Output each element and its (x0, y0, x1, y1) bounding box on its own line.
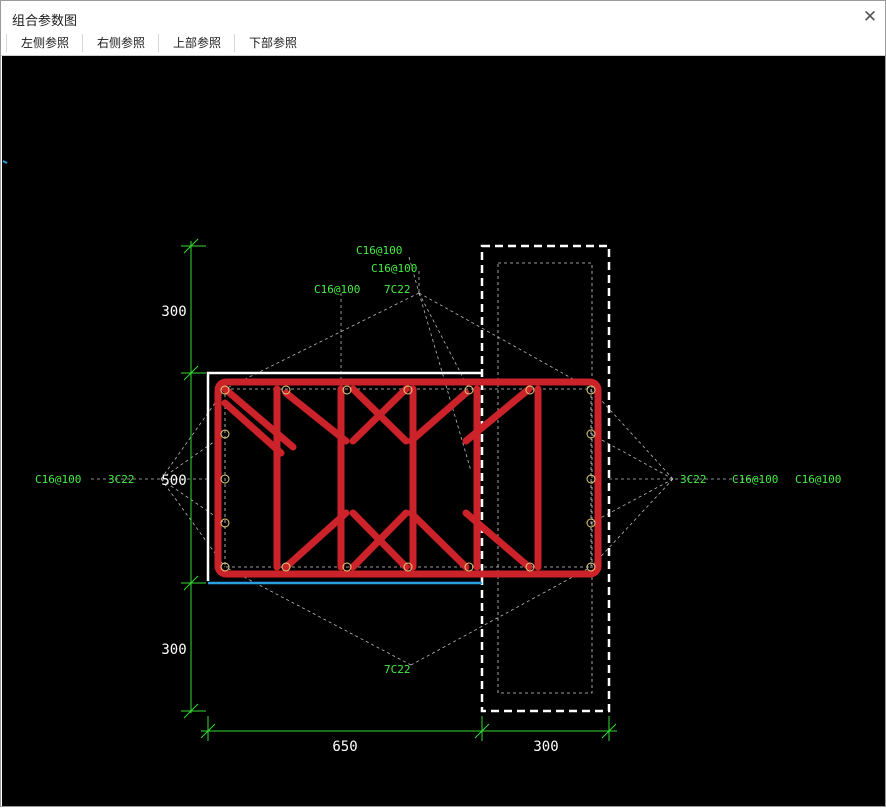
label-right-stirrup-2: C16@100 (795, 473, 841, 486)
edge-mark (2, 160, 8, 164)
rebar-section-drawing: 300 500 300 650 300 C16@100 C16@100 C16@… (2, 160, 841, 755)
title-bar: 组合参数图 ✕ (1, 1, 885, 31)
dim-left-mid: 500 (161, 473, 186, 489)
toolbar-separator (234, 34, 235, 52)
label-right-rebar: 3C22 (680, 473, 707, 486)
label-right-stirrup-1: C16@100 (732, 473, 778, 486)
label-bottom-rebar: 7C22 (384, 663, 411, 676)
dim-left-top: 300 (161, 304, 186, 320)
toolbar-separator (82, 34, 83, 52)
label-left-rebar: 3C22 (108, 473, 135, 486)
toolbar: 左侧参照 右侧参照 上部参照 下部参照 (1, 31, 885, 56)
label-top-stirrup-1: C16@100 (356, 244, 402, 257)
right-reference-button[interactable]: 右侧参照 (95, 33, 147, 53)
window-title: 组合参数图 (12, 14, 78, 29)
left-reference-button[interactable]: 左侧参照 (19, 33, 71, 53)
close-icon[interactable]: ✕ (859, 6, 881, 28)
dim-left-bottom: 300 (161, 642, 186, 658)
top-reference-button[interactable]: 上部参照 (171, 33, 223, 53)
toolbar-separator (6, 34, 7, 52)
label-top-stirrup-2: C16@100 (371, 262, 417, 275)
body-outline-top (206, 371, 482, 581)
drawing-canvas[interactable]: 300 500 300 650 300 C16@100 C16@100 C16@… (2, 56, 885, 806)
right-column-inner (497, 262, 593, 694)
right-column-outline (480, 244, 611, 713)
toolbar-separator (158, 34, 159, 52)
dim-bottom-right: 300 (533, 739, 558, 755)
label-top-stirrup-3: C16@100 (314, 283, 360, 296)
stirrups (214, 378, 602, 578)
dim-bottom-left: 650 (332, 739, 357, 755)
label-top-rebar: 7C22 (384, 283, 411, 296)
label-left-stirrup: C16@100 (35, 473, 81, 486)
dialog-window: 组合参数图 ✕ 左侧参照 右侧参照 上部参照 下部参照 300 500 300 … (0, 0, 886, 807)
bottom-reference-button[interactable]: 下部参照 (247, 33, 299, 53)
